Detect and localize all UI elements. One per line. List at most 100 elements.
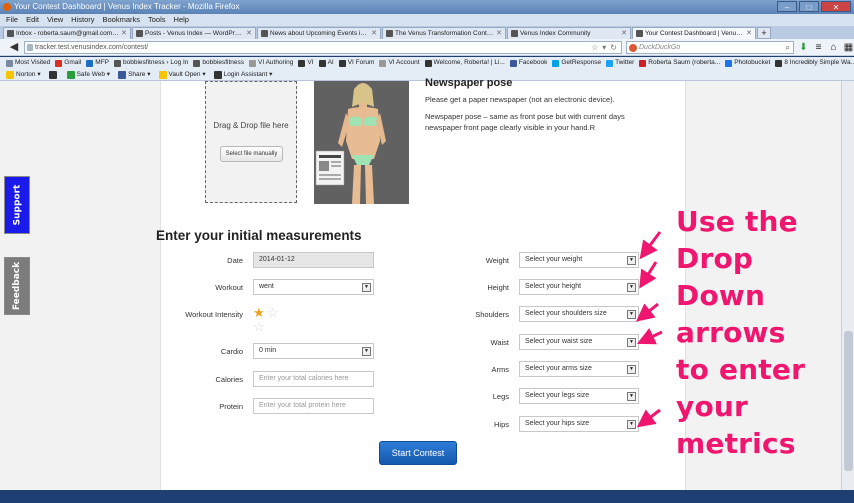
bookmark-item[interactable]: Welcome, Roberta! | Li... xyxy=(424,57,505,69)
chevron-down-icon[interactable]: ▼ xyxy=(362,347,371,356)
bookmark-item[interactable]: MFP xyxy=(86,57,109,69)
close-icon[interactable]: ✕ xyxy=(371,28,377,39)
dropdown-icon[interactable]: ▾ xyxy=(602,42,606,53)
norton-toolbar-item[interactable] xyxy=(48,69,59,80)
support-tab[interactable]: Support xyxy=(4,176,30,234)
star-empty-icon[interactable]: ☆ xyxy=(267,306,279,319)
tab-gmail[interactable]: Inbox - roberta.saum@gmail.com - G... ✕ xyxy=(3,27,131,39)
bookmark-icon xyxy=(639,59,647,67)
close-icon[interactable]: ✕ xyxy=(246,28,252,39)
site-identity-icon[interactable] xyxy=(27,44,33,51)
height-select[interactable]: Select your height ▼ xyxy=(519,279,639,295)
new-tab-button[interactable]: + xyxy=(757,27,771,39)
home-icon[interactable]: ⌂ xyxy=(828,41,839,54)
chevron-down-icon[interactable]: ▼ xyxy=(627,392,636,401)
shoulders-select[interactable]: Select your shoulders size ▼ xyxy=(519,306,639,322)
minimize-icon[interactable]: – xyxy=(777,1,797,12)
menu-file[interactable]: File xyxy=(6,14,18,26)
norton-toolbar-item[interactable]: Norton ▾ xyxy=(6,69,41,80)
bookmark-icon xyxy=(86,59,94,67)
url-text: tracker.test.venusindex.com/contest/ xyxy=(35,44,149,51)
tab-contest[interactable]: The Venus Transformation Contest ✕ xyxy=(382,27,506,39)
bookmark-item[interactable]: 8 Incredibly Simple Wa... xyxy=(775,57,854,69)
menu-view[interactable]: View xyxy=(47,14,63,26)
waist-select[interactable]: Select your waist size ▼ xyxy=(519,334,639,350)
tab-dashboard[interactable]: Your Contest Dashboard | Venus Inde... ✕ xyxy=(632,27,756,39)
norton-toolbar-item[interactable]: Login Assistant ▾ xyxy=(213,69,272,80)
close-icon[interactable]: ✕ xyxy=(121,28,127,39)
close-icon[interactable]: ✕ xyxy=(621,28,627,39)
start-contest-button[interactable]: Start Contest xyxy=(379,441,457,465)
chevron-down-icon[interactable]: ▼ xyxy=(627,420,636,429)
cardio-label: Cardio xyxy=(220,347,243,356)
puzzle-icon[interactable]: ▦ xyxy=(843,41,854,54)
star-filled-icon[interactable]: ★ xyxy=(253,306,265,319)
protein-label: Protein xyxy=(219,402,243,411)
weight-select[interactable]: Select your weight ▼ xyxy=(519,252,639,268)
feedback-tab[interactable]: Feedback xyxy=(4,257,30,315)
close-icon[interactable]: ✕ xyxy=(821,1,851,12)
chevron-down-icon[interactable]: ▼ xyxy=(627,365,636,374)
tab-news[interactable]: News about Upcoming Events in the ... ✕ xyxy=(257,27,381,39)
bookmark-item[interactable]: Roberta Saum (roberta... xyxy=(639,57,720,69)
search-input[interactable]: DuckDuckGo ⌕ xyxy=(626,41,794,54)
chevron-down-icon[interactable]: ▼ xyxy=(627,256,636,265)
menu-tools[interactable]: Tools xyxy=(148,14,166,26)
bookmark-item[interactable]: Facebook xyxy=(509,57,547,69)
norton-toolbar-item[interactable]: Safe Web ▾ xyxy=(66,69,110,80)
duckduckgo-icon xyxy=(629,44,637,52)
reload-icon[interactable]: ↻ xyxy=(610,42,617,53)
url-bar[interactable]: tracker.test.venusindex.com/contest/ ☆ ▾… xyxy=(24,41,622,54)
bookmark-item[interactable]: VI Account xyxy=(379,57,420,69)
norton-icon xyxy=(66,70,75,79)
bookmark-item[interactable]: VI Authoring xyxy=(248,57,293,69)
bookmark-item[interactable]: Gmail xyxy=(55,57,81,69)
bookmark-item[interactable]: AI xyxy=(318,57,334,69)
menu-help[interactable]: Help xyxy=(174,14,189,26)
bookmark-star-icon[interactable]: ☆ xyxy=(591,42,598,53)
bookmark-item[interactable]: Photobucket xyxy=(725,57,770,69)
arms-select[interactable]: Select your arms size ▼ xyxy=(519,361,639,377)
tab-wordpress[interactable]: Posts - Venus Index — WordPress ✕ xyxy=(132,27,256,39)
bookmark-item[interactable]: bobbiesfitness xyxy=(193,57,244,69)
protein-input[interactable]: Enter your total protein here xyxy=(253,398,374,414)
bookmark-item[interactable]: VI Forum xyxy=(338,57,374,69)
bookmark-icon xyxy=(509,59,517,67)
workout-select[interactable]: went ▼ xyxy=(253,279,374,295)
norton-icon xyxy=(6,70,14,79)
bookmark-item[interactable]: VI xyxy=(298,57,314,69)
norton-toolbar-item[interactable]: Share ▾ xyxy=(118,69,151,80)
close-icon[interactable]: ✕ xyxy=(496,28,502,39)
chevron-down-icon[interactable]: ▼ xyxy=(627,338,636,347)
star-empty-icon[interactable]: ☆ xyxy=(253,320,265,333)
download-icon[interactable]: ⬇ xyxy=(798,41,809,54)
menu-bookmarks[interactable]: Bookmarks xyxy=(103,14,141,26)
example-pose-photo xyxy=(314,81,409,204)
bookmark-item[interactable]: bobbiesfitness › Log In xyxy=(114,57,188,69)
maximize-icon[interactable]: □ xyxy=(799,1,819,12)
back-arrow-icon[interactable]: ◀ xyxy=(7,41,21,54)
select-file-button[interactable]: Select file manually xyxy=(220,146,283,162)
bookmark-item[interactable]: GetResponse xyxy=(552,57,601,69)
close-icon[interactable]: ✕ xyxy=(746,28,752,39)
chevron-down-icon[interactable]: ▼ xyxy=(627,283,636,292)
calories-input[interactable]: Enter your total calories here xyxy=(253,371,374,387)
chevron-down-icon[interactable]: ▼ xyxy=(627,310,636,319)
menu-icon[interactable]: ≡ xyxy=(813,41,824,54)
window-title: Your Contest Dashboard | Venus Index Tra… xyxy=(14,2,240,11)
arms-label: Arms xyxy=(491,365,510,374)
bookmark-item[interactable]: Twitter xyxy=(606,57,634,69)
hips-select[interactable]: Select your hips size ▼ xyxy=(519,416,639,432)
search-icon[interactable]: ⌕ xyxy=(786,42,790,53)
chevron-down-icon[interactable]: ▼ xyxy=(362,283,371,292)
legs-select[interactable]: Select your legs size ▼ xyxy=(519,388,639,404)
norton-toolbar-item[interactable]: Vault Open ▾ xyxy=(158,69,206,80)
bookmark-item[interactable]: Most Visited xyxy=(6,57,50,69)
date-field[interactable]: 2014-01-12 xyxy=(253,252,374,268)
menu-edit[interactable]: Edit xyxy=(26,14,39,26)
cardio-select[interactable]: 0 min ▼ xyxy=(253,343,374,359)
menu-history[interactable]: History xyxy=(71,14,94,26)
photo-dropzone[interactable]: Drag & Drop file here Select file manual… xyxy=(205,81,297,203)
tab-community[interactable]: Venus Index Community ✕ xyxy=(507,27,631,39)
status-bar xyxy=(0,490,854,503)
